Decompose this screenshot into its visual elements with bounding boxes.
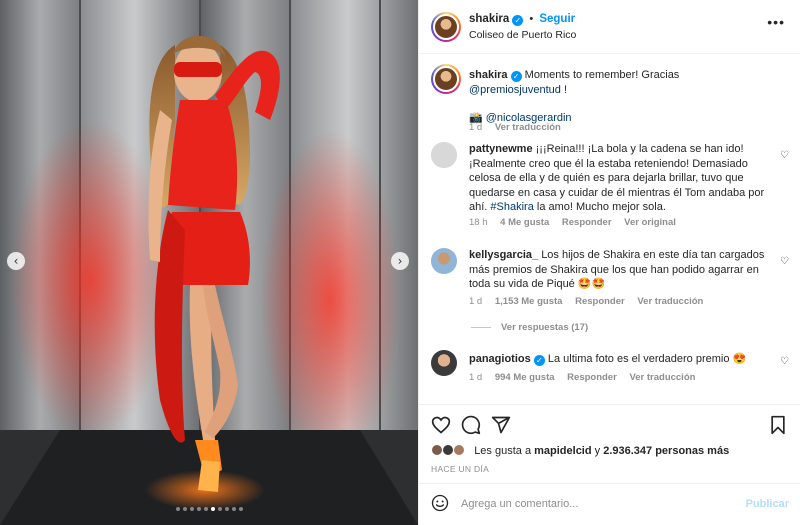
more-icon[interactable]: ••• — [767, 14, 785, 30]
comment-time[interactable]: 1 d — [469, 372, 482, 383]
comment-composer: Publicar — [419, 483, 800, 525]
caption-text: Moments to remember! Gracias — [524, 69, 680, 81]
reply-button[interactable]: Responder — [562, 217, 612, 228]
avatar[interactable] — [431, 350, 457, 376]
carousel-dot — [189, 507, 194, 511]
carousel-dot — [196, 507, 201, 511]
avatar — [453, 444, 466, 456]
verified-icon: ✓ — [512, 15, 524, 26]
comment-text: La ultima foto es el verdadero premio 😍 — [547, 353, 747, 365]
caption-time[interactable]: 1 d — [469, 122, 482, 133]
avatar[interactable] — [431, 64, 461, 94]
avatar[interactable] — [431, 12, 461, 42]
comment-time[interactable]: 1 d — [469, 296, 482, 307]
bookmark-icon[interactable] — [769, 415, 787, 435]
reply-button[interactable]: Responder — [567, 372, 617, 383]
chevron-left-icon: ‹ — [13, 254, 19, 268]
verified-icon: ✓ — [510, 71, 522, 82]
post-date[interactable]: HACE UN DÍA — [431, 464, 489, 474]
comment-item: pattynewme ¡¡¡Reina!!! ¡La bola y la cad… — [431, 142, 791, 242]
share-icon[interactable] — [491, 415, 511, 435]
verified-icon: ✓ — [533, 355, 545, 366]
header-separator: • — [529, 13, 534, 25]
heart-icon[interactable] — [431, 415, 451, 435]
carousel-dot — [217, 507, 222, 511]
see-original-button[interactable]: Ver original — [624, 217, 676, 228]
comment-icon[interactable] — [461, 415, 481, 435]
photo-image — [0, 0, 418, 525]
hashtag-link[interactable]: #Shakira — [490, 201, 533, 213]
liked-by-user-link[interactable]: mapidelcid — [534, 445, 591, 457]
carousel-dot — [203, 507, 208, 511]
comment-time[interactable]: 18 h — [469, 217, 488, 228]
carousel-dot — [210, 507, 215, 511]
post-photo[interactable]: ‹ › — [0, 0, 418, 525]
comment-likes[interactable]: 994 Me gusta — [495, 372, 555, 383]
location-link[interactable]: Coliseo de Puerto Rico — [469, 29, 576, 41]
carousel-dot — [182, 507, 187, 511]
mention-link[interactable]: @premiosjuventud — [469, 84, 561, 96]
likes-summary: Les gusta a mapidelcid y 2.936.347 perso… — [431, 444, 791, 462]
follow-button[interactable]: Seguir — [539, 13, 575, 25]
comment-text-end: la amo! Mucho mejor sola. — [533, 201, 666, 213]
view-replies-button[interactable]: Ver respuestas (17) — [471, 322, 588, 333]
avatar[interactable] — [431, 248, 457, 274]
caption: shakira ✓ Moments to remember! Gracias @… — [431, 64, 791, 144]
comments-section: shakira ✓ Moments to remember! Gracias @… — [419, 54, 800, 404]
comment-username[interactable]: kellysgarcia_ — [469, 249, 538, 261]
publish-button[interactable]: Publicar — [746, 498, 789, 510]
avatar[interactable] — [431, 142, 457, 168]
heart-icon[interactable]: ♡ — [780, 150, 789, 161]
comment-likes[interactable]: 4 Me gusta — [500, 217, 549, 228]
carousel-dot — [231, 507, 236, 511]
carousel-dot — [175, 507, 180, 511]
translate-button[interactable]: Ver traducción — [629, 372, 695, 383]
chevron-right-icon: › — [397, 254, 403, 268]
likes-count-link[interactable]: 2.936.347 personas más — [603, 445, 729, 457]
author-username[interactable]: shakira — [469, 13, 509, 25]
post-details-panel: shakira ✓ • Seguir Coliseo de Puerto Ric… — [418, 0, 800, 525]
carousel-indicator — [0, 507, 418, 511]
caption-end: ! — [560, 83, 568, 96]
previous-photo-button[interactable]: ‹ — [7, 252, 25, 270]
comment-input[interactable] — [461, 494, 731, 514]
likes-prefix: Les gusta a — [474, 445, 535, 457]
caption-translate-button[interactable]: Ver traducción — [495, 122, 561, 133]
emoji-icon[interactable] — [431, 494, 449, 512]
translate-button[interactable]: Ver traducción — [637, 296, 703, 307]
comment-username[interactable]: panagiotios — [469, 353, 531, 365]
likes-middle: y — [591, 445, 604, 457]
comment-item: panagiotios ✓ La ultima foto es el verda… — [431, 350, 791, 390]
reply-button[interactable]: Responder — [575, 296, 625, 307]
caption-username[interactable]: shakira — [469, 69, 508, 81]
post-actions — [419, 404, 800, 446]
comment-item: kellysgarcia_ Los hijos de Shakira en es… — [431, 248, 791, 318]
carousel-dot — [224, 507, 229, 511]
comment-likes[interactable]: 1,153 Me gusta — [495, 296, 563, 307]
comment-username[interactable]: pattynewme — [469, 143, 533, 155]
heart-icon[interactable]: ♡ — [780, 256, 789, 267]
next-photo-button[interactable]: › — [391, 252, 409, 270]
post-header: shakira ✓ • Seguir Coliseo de Puerto Ric… — [419, 0, 800, 54]
carousel-dot — [238, 507, 243, 511]
heart-icon[interactable]: ♡ — [780, 356, 789, 367]
